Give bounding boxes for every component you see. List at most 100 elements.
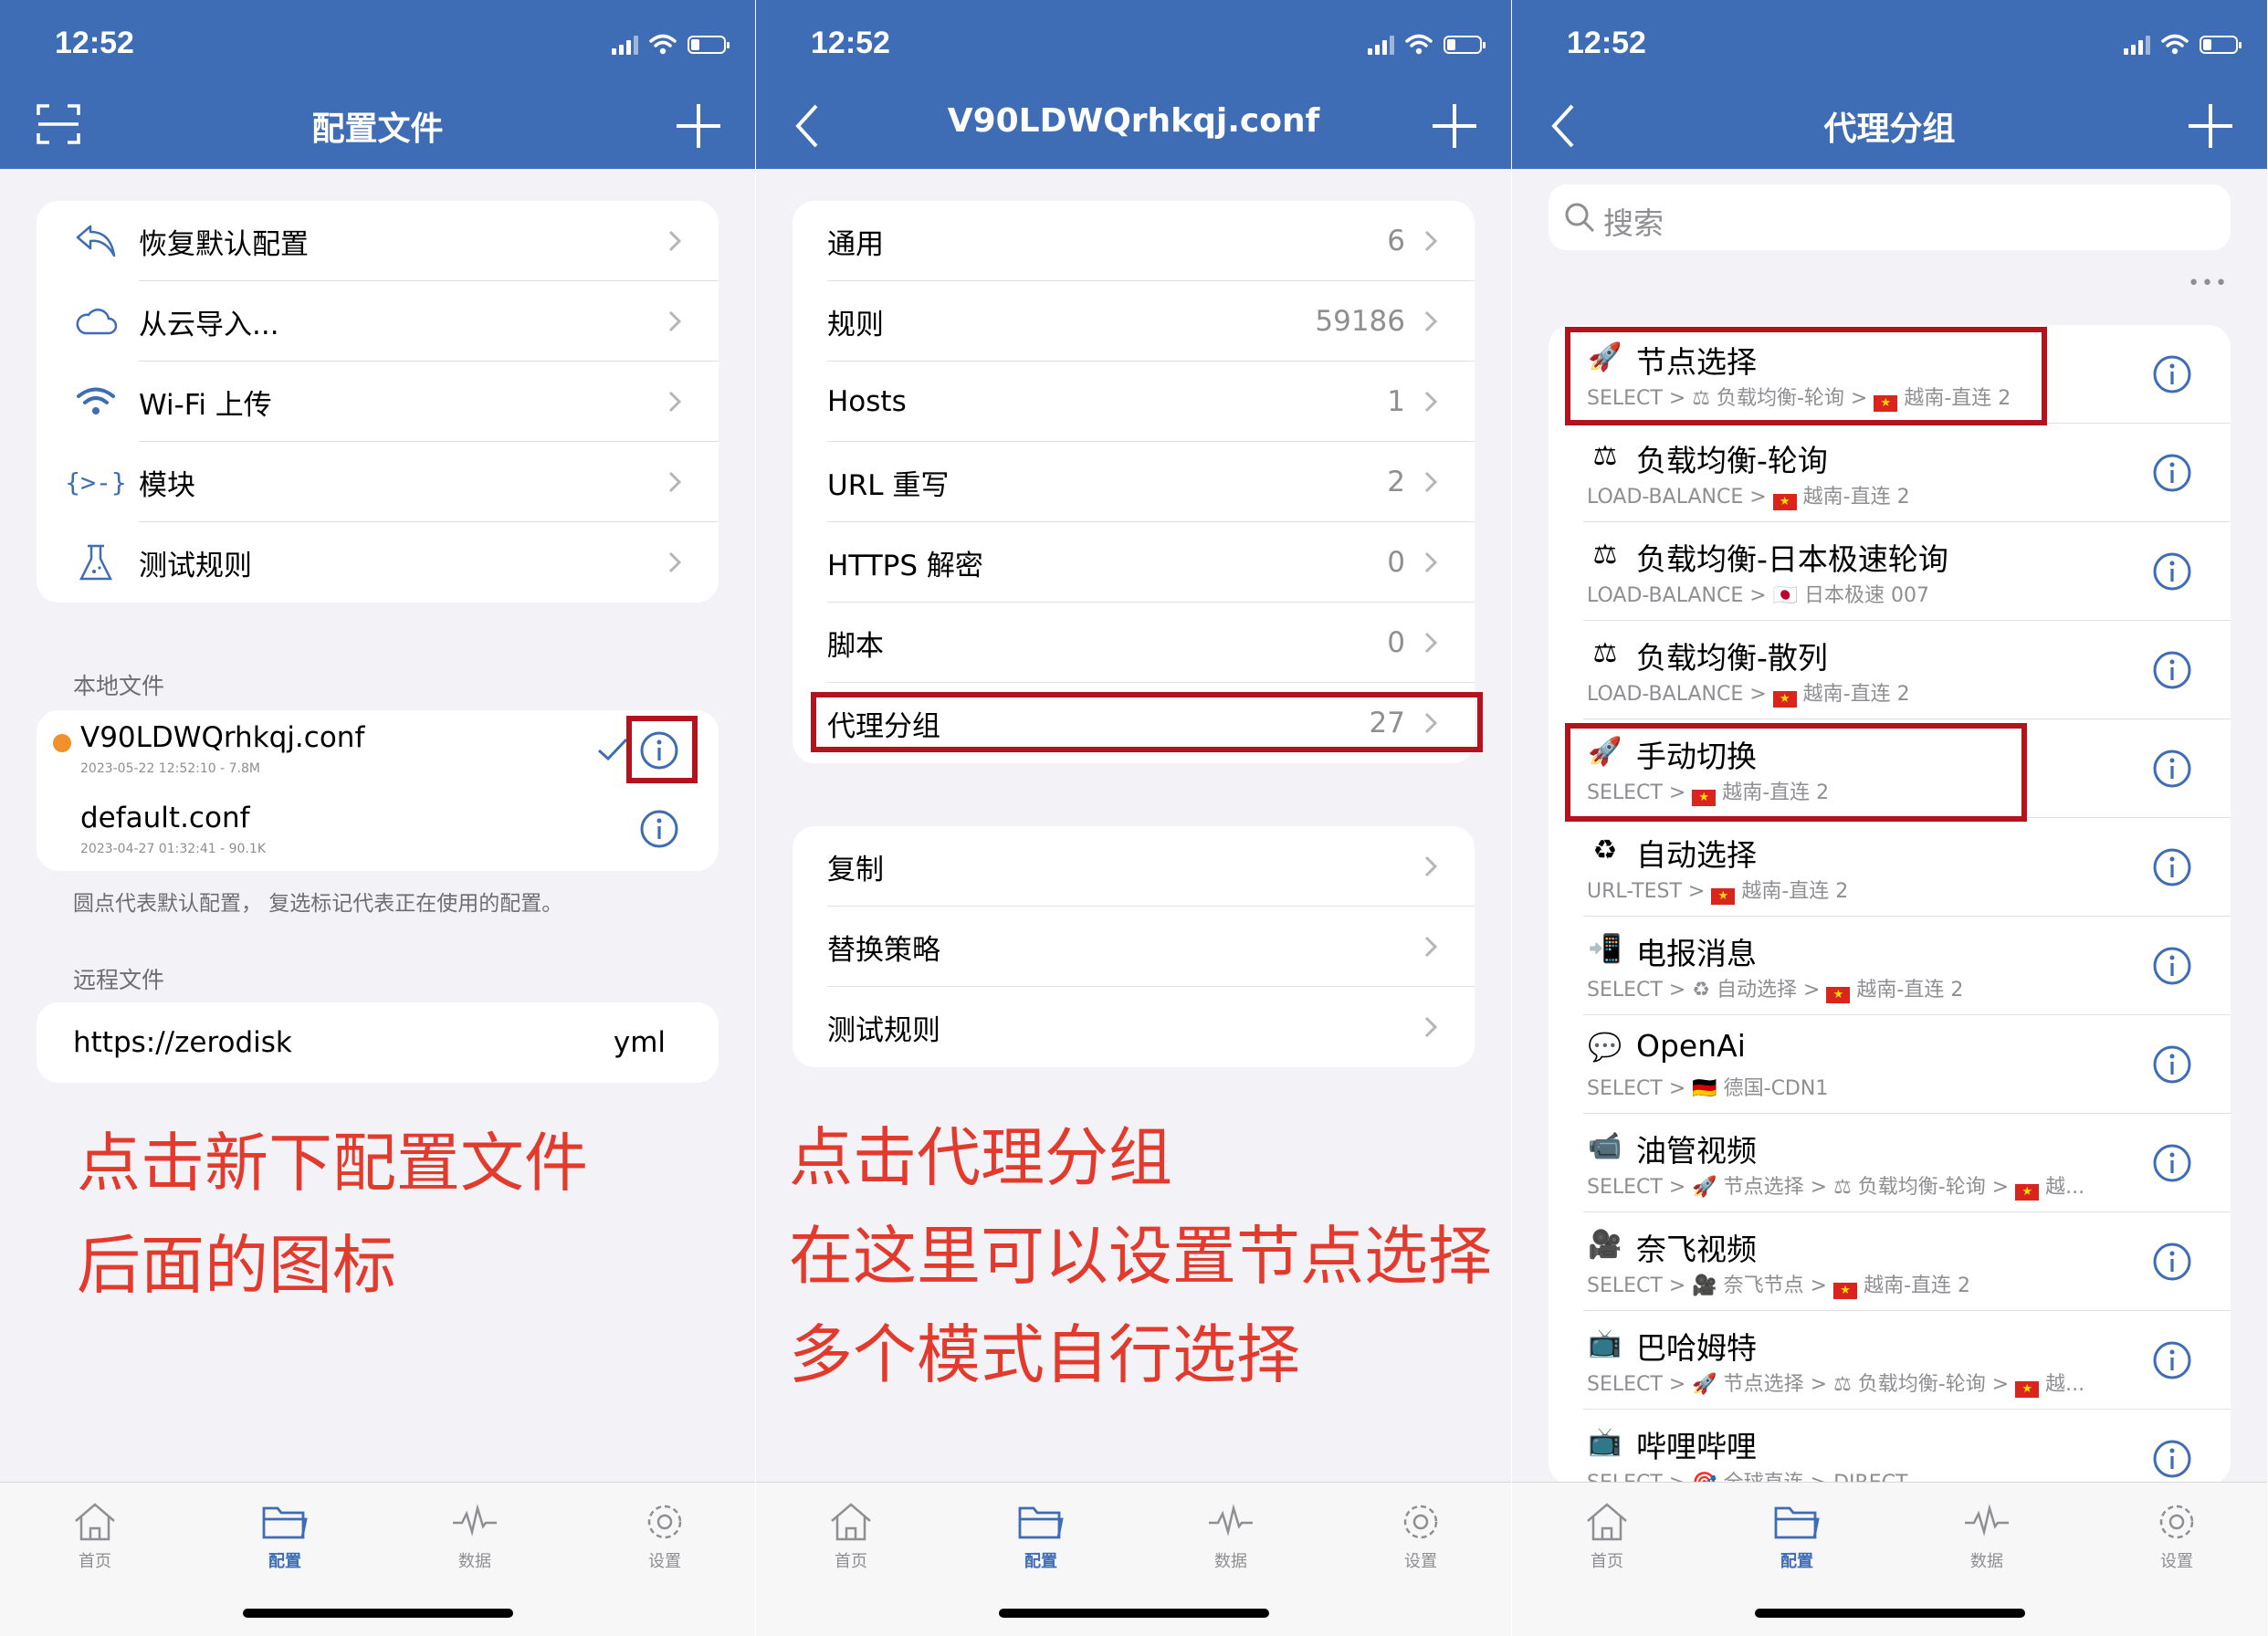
path-segment: SELECT >: [1587, 979, 1686, 1002]
info-icon[interactable]: [2152, 453, 2192, 497]
section-https-decrypt[interactable]: HTTPS 解密 0: [793, 522, 1475, 603]
info-icon[interactable]: [639, 730, 679, 771]
flask-icon: [69, 542, 122, 582]
section-hosts[interactable]: Hosts 1: [793, 362, 1475, 442]
proxy-group-row[interactable]: ⚖ 负载均衡-日本极速轮询 LOAD-BALANCE > 🇯🇵 日本极速 007: [1549, 522, 2231, 621]
battery-icon: [688, 36, 730, 54]
vietnam-flag-icon: ★: [1692, 790, 1717, 806]
proxy-group-row[interactable]: 📲 电报消息 SELECT > ♻ 自动选择 > ★ 越南-直连 2: [1549, 917, 2231, 1015]
proxy-group-row[interactable]: ⚖ 负载均衡-散列 LOAD-BALANCE > ★ 越南-直连 2: [1549, 621, 2231, 719]
action-test-rules[interactable]: 测试规则: [793, 987, 1475, 1067]
vietnam-flag-icon: ★: [1772, 691, 1797, 708]
tab-data[interactable]: 数据: [1185, 1501, 1276, 1572]
tab-data[interactable]: 数据: [429, 1501, 520, 1572]
path-segment: ★ 越南-直连 2: [1833, 1274, 1970, 1299]
group-name: 负载均衡-日本极速轮询: [1636, 541, 1948, 577]
signal-icon: [1368, 35, 1394, 55]
search-input[interactable]: 搜索: [1549, 184, 2231, 250]
restore-default-row[interactable]: 恢复默认配置: [37, 201, 719, 281]
info-icon[interactable]: [2152, 946, 2192, 990]
path-segment: SELECT >: [1587, 781, 1686, 804]
tab-settings[interactable]: 设置: [1375, 1501, 1466, 1572]
section-url-rewrite[interactable]: URL 重写 2: [793, 442, 1475, 522]
home-indicator: [242, 1609, 513, 1618]
status-time: 12:52: [811, 26, 890, 60]
pulse-icon: [1965, 1504, 2009, 1536]
group-icon: 💬: [1588, 1032, 1622, 1064]
section-script[interactable]: 脚本 0: [793, 603, 1475, 683]
file-row-v90[interactable]: V90LDWQrhkqj.conf 2023-05-22 12:52:10 - …: [37, 710, 719, 791]
wifi-status-icon: [1405, 34, 1433, 55]
proxy-group-row[interactable]: 🎥 奈飞视频 SELECT > 🎥 奈飞节点 > ★ 越南-直连 2: [1549, 1212, 2231, 1311]
section-proxy-groups[interactable]: 代理分组 27: [793, 683, 1475, 763]
section-general[interactable]: 通用 6: [793, 201, 1475, 281]
path-segment: 🇯🇵 日本极速 007: [1772, 584, 1930, 607]
info-icon[interactable]: [2152, 1439, 2192, 1483]
status-icons: [612, 31, 730, 58]
path-segment: ⚖ 负载均衡-轮询 >: [1692, 387, 1868, 410]
path-segment: ★ 越南-直连 2: [1772, 486, 1910, 510]
info-icon[interactable]: [2152, 354, 2192, 398]
group-name: 节点选择: [1636, 344, 1757, 380]
more-button[interactable]: •••: [2188, 272, 2229, 295]
info-icon[interactable]: [2152, 1340, 2192, 1384]
proxy-group-row[interactable]: 💬 OpenAi SELECT > 🇩🇪 德国-CDN1: [1549, 1015, 2231, 1114]
pulse-icon: [1209, 1504, 1253, 1536]
default-dot: [53, 734, 71, 752]
info-icon[interactable]: [639, 809, 679, 849]
add-icon[interactable]: [1431, 102, 1478, 150]
path-segment: ★ 越南-直连 2: [1772, 683, 1910, 708]
group-icon: 🚀: [1588, 736, 1622, 768]
proxy-group-row[interactable]: 🚀 手动切换 SELECT > ★ 越南-直连 2: [1549, 719, 2231, 818]
tab-settings[interactable]: 设置: [2131, 1501, 2222, 1572]
chevron-right-icon: [668, 230, 682, 252]
proxy-group-row[interactable]: 📹 油管视频 SELECT > 🚀 节点选择 > ⚖ 负载均衡-轮询 > ★ 越..…: [1549, 1114, 2231, 1212]
tab-config[interactable]: 配置: [995, 1501, 1087, 1572]
status-time: 12:52: [55, 26, 134, 60]
info-icon[interactable]: [2152, 847, 2192, 891]
proxy-group-row[interactable]: 📺 哔哩哔哩 SELECT > 🎯 全球直连 > DIRECT: [1549, 1410, 2231, 1484]
remote-files-header: 远程文件: [73, 967, 165, 993]
tab-settings[interactable]: 设置: [619, 1501, 710, 1572]
pulse-icon: [453, 1504, 497, 1536]
proxy-group-row[interactable]: ♻ 自动选择 URL-TEST > ★ 越南-直连 2: [1549, 818, 2231, 917]
status-icons: [1368, 31, 1486, 58]
action-replace-policy[interactable]: 替换策略: [793, 907, 1475, 987]
info-icon[interactable]: [2152, 551, 2192, 595]
remote-file-row[interactable]: https://zerodisk yml: [37, 1002, 719, 1083]
local-files-note: 圆点代表默认配置， 复选标记代表正在使用的配置。: [73, 892, 563, 916]
info-icon[interactable]: [2152, 749, 2192, 792]
instruction-text: 点击代理分组 在这里可以设置节点选择 多个模式自行选择: [789, 1120, 1492, 1392]
import-cloud-row[interactable]: 从云导入...: [37, 281, 719, 362]
proxy-group-row[interactable]: ⚖ 负载均衡-轮询 LOAD-BALANCE > ★ 越南-直连 2: [1549, 424, 2231, 522]
tab-config[interactable]: 配置: [239, 1501, 331, 1572]
proxy-group-row[interactable]: 🚀 节点选择 SELECT > ⚖ 负载均衡-轮询 > ★ 越南-直连 2: [1549, 325, 2231, 424]
tab-home[interactable]: 首页: [49, 1501, 141, 1572]
add-icon[interactable]: [675, 102, 722, 150]
wifi-upload-row[interactable]: Wi-Fi 上传: [37, 362, 719, 442]
undo-arrow-icon: [69, 223, 122, 259]
tab-config[interactable]: 配置: [1751, 1501, 1843, 1572]
group-path: SELECT > 🎥 奈飞节点 > ★ 越南-直连 2: [1587, 1269, 2153, 1299]
group-icon: 📺: [1588, 1426, 1622, 1458]
section-rules[interactable]: 规则 59186: [793, 281, 1475, 362]
proxy-group-row[interactable]: 📺 巴哈姆特 SELECT > 🚀 节点选择 > ⚖ 负载均衡-轮询 > ★ 越..…: [1549, 1311, 2231, 1410]
module-row[interactable]: {>-} 模块: [37, 442, 719, 522]
tab-data[interactable]: 数据: [1941, 1501, 2032, 1572]
info-icon[interactable]: [2152, 1044, 2192, 1088]
config-menu-card: 恢复默认配置 从云导入... Wi-Fi 上传 {>-} 模块 测试规则: [37, 201, 719, 603]
file-row-default[interactable]: default.conf 2023-04-27 01:32:41 - 90.1K: [37, 791, 719, 871]
tab-home[interactable]: 首页: [1561, 1501, 1653, 1572]
info-icon[interactable]: [2152, 650, 2192, 694]
panel-config-files: 12:52 配置文件 恢复默认配置 从云导入... Wi-Fi 上传 {>-} …: [0, 0, 755, 1636]
tab-home[interactable]: 首页: [805, 1501, 897, 1572]
info-icon[interactable]: [2152, 1143, 2192, 1187]
group-name: 奈飞视频: [1636, 1232, 1757, 1267]
add-icon[interactable]: [2187, 102, 2234, 150]
status-time: 12:52: [1567, 26, 1646, 60]
local-files-card: V90LDWQrhkqj.conf 2023-05-22 12:52:10 - …: [37, 710, 719, 871]
test-rules-row[interactable]: 测试规则: [37, 522, 719, 603]
path-segment: SELECT >: [1587, 1077, 1686, 1100]
action-copy[interactable]: 复制: [793, 826, 1475, 907]
info-icon[interactable]: [2152, 1242, 2192, 1285]
